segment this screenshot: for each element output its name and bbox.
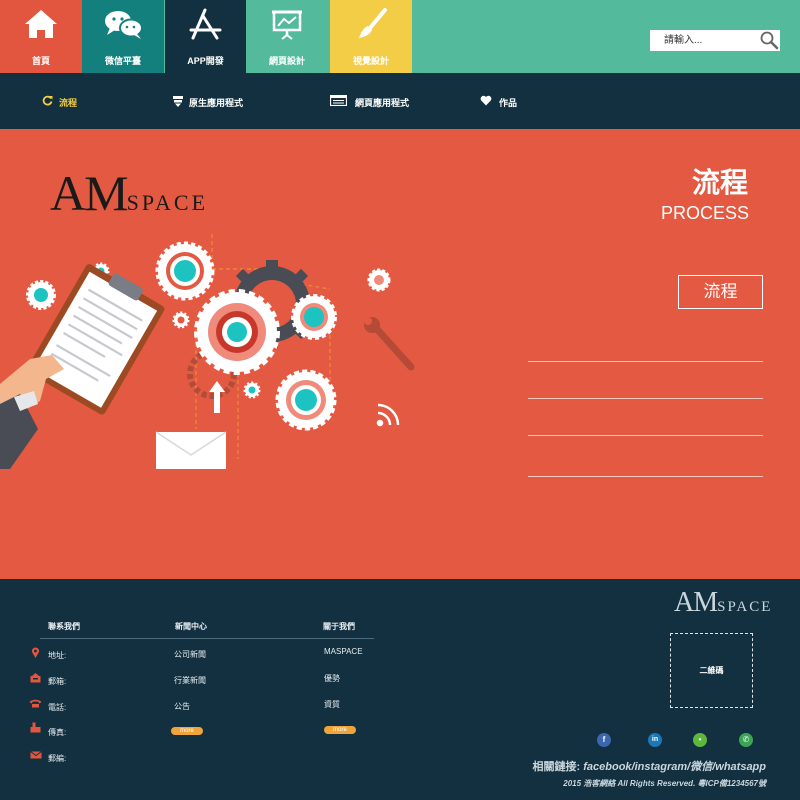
- envelope-illustration: [155, 431, 227, 469]
- about-more-button[interactable]: more: [324, 726, 356, 734]
- subnav-item-label: 網頁應用程式: [355, 98, 410, 108]
- wifi-icon: [376, 403, 400, 427]
- brand-logo: AMSPACE: [50, 165, 209, 221]
- browser-window-icon: [330, 95, 347, 106]
- about-link-maspace[interactable]: MASPACE: [324, 647, 363, 656]
- sub-navigation: 流程 原生應用程式 網頁應用程式 作品: [0, 73, 800, 129]
- contact-address-label: 地址:: [48, 651, 67, 660]
- tab-web-design[interactable]: 網頁設計: [246, 0, 328, 73]
- about-link-qualifications[interactable]: 資質: [324, 699, 340, 710]
- search-input[interactable]: [650, 30, 758, 51]
- tab-home-label: 首頁: [31, 56, 50, 66]
- facebook-icon[interactable]: f: [597, 733, 611, 747]
- tab-visual-design[interactable]: 視覺設計: [330, 0, 412, 73]
- news-link-company[interactable]: 公司新聞: [174, 649, 206, 660]
- envelope-icon: [30, 751, 42, 759]
- subnav-item-label: 作品: [499, 98, 518, 108]
- footer: 聯系我們 新聞中心 關于我們 地址: 郵箱: 電話: 傳真: 郵編: 公司新聞 …: [0, 579, 800, 800]
- gear-bottom-icon: [275, 369, 337, 431]
- wechat-icon: [82, 6, 164, 42]
- gear-top-icon: [155, 241, 215, 301]
- heart-icon: [480, 95, 492, 106]
- about-link-advantages[interactable]: 優勢: [324, 673, 340, 684]
- qr-code-placeholder: 二維碼: [670, 633, 753, 708]
- gear-right-icon: [291, 294, 337, 340]
- subnav-item-label: 原生應用程式: [189, 98, 244, 108]
- news-link-announcement[interactable]: 公告: [174, 701, 190, 712]
- footer-brand-logo: AMSPACE: [674, 587, 773, 618]
- whatsapp-icon[interactable]: ✆: [739, 733, 753, 747]
- phone-icon: [29, 699, 42, 708]
- app-store-icon: [165, 6, 246, 42]
- related-links: 相關鏈接: facebook/instagram/微信/whatsapp: [533, 758, 767, 774]
- tab-app-development[interactable]: APP開發: [165, 0, 246, 73]
- footer-heading-about: 關于我們: [323, 622, 355, 631]
- mailbox-icon: [30, 673, 41, 683]
- news-more-button[interactable]: more: [171, 727, 203, 735]
- related-links-list[interactable]: facebook/instagram/微信/whatsapp: [583, 761, 766, 773]
- hero-subtitle: PROCESS: [660, 203, 749, 223]
- contact-phone-label: 電話:: [48, 703, 67, 712]
- divider-line: [528, 476, 763, 477]
- process-illustration: [0, 234, 415, 469]
- subnav-item-label: 流程: [59, 98, 78, 108]
- tab-web-label: 網頁設計: [268, 56, 305, 66]
- location-pin-icon: [31, 647, 40, 658]
- tab-wechat[interactable]: 微信平臺: [82, 0, 164, 73]
- divider-line: [528, 435, 763, 436]
- process-button[interactable]: 流程: [678, 275, 763, 309]
- refresh-icon: [42, 95, 53, 106]
- tab-wechat-label: 微信平臺: [104, 56, 141, 66]
- linkedin-icon[interactable]: in: [648, 733, 662, 747]
- related-links-label: 相關鏈接:: [532, 761, 581, 773]
- tab-visual-label: 視覺設計: [352, 56, 389, 66]
- hand-illustration: [0, 355, 64, 469]
- paintbrush-icon: [330, 6, 412, 42]
- footer-heading-contact: 聯系我們: [48, 622, 80, 631]
- search-icon[interactable]: [758, 30, 780, 51]
- footer-heading-news: 新聞中心: [175, 622, 207, 631]
- copyright-text: 2015 浩客網絡 All Rights Reserved. 粵ICP備1234…: [563, 779, 766, 788]
- wechat-social-icon[interactable]: •: [693, 733, 707, 747]
- contact-fax-label: 傳真:: [48, 728, 67, 737]
- hero-title: 流程: [691, 167, 748, 198]
- tab-home[interactable]: 首頁: [0, 0, 82, 73]
- wrench-icon: [364, 317, 415, 371]
- divider-line: [528, 398, 763, 399]
- contact-postcode-label: 郵編:: [48, 754, 67, 763]
- presentation-board-icon: [246, 6, 328, 42]
- gear-large-icon: [194, 289, 280, 375]
- tab-app-label: APP開發: [187, 56, 224, 66]
- top-navigation: 首頁 微信平臺 APP開發 網頁設計 視覺設計 請輸入...: [0, 0, 800, 73]
- footer-divider: [40, 638, 374, 639]
- layers-icon: [173, 96, 183, 107]
- contact-mailbox-label: 郵箱:: [48, 677, 67, 686]
- hero-banner: AMSPACE 流程 PROCESS 流程: [0, 129, 800, 579]
- divider-line: [528, 361, 763, 362]
- news-link-industry[interactable]: 行業新聞: [174, 675, 206, 686]
- fax-icon: [30, 722, 41, 733]
- home-icon: [0, 6, 82, 42]
